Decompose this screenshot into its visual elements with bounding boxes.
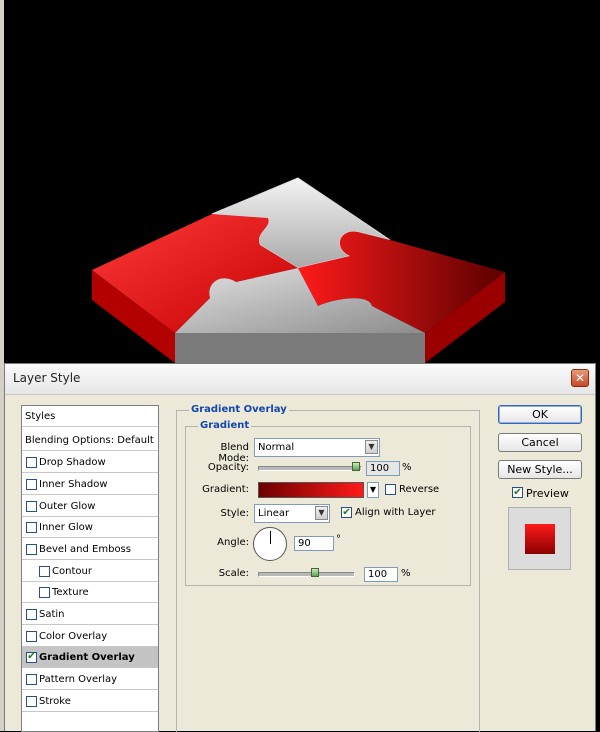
- inner-shadow-checkbox[interactable]: [26, 479, 37, 490]
- style-item-texture[interactable]: Texture: [22, 582, 158, 603]
- style-item-label: Inner Glow: [39, 522, 93, 533]
- style-item-label: Pattern Overlay: [39, 674, 118, 685]
- opacity-label: Opacity:: [207, 462, 249, 473]
- bevel-emboss-checkbox[interactable]: [26, 544, 37, 555]
- angle-value: 90: [298, 538, 311, 549]
- chevron-down-icon: ▼: [365, 440, 378, 454]
- style-item-outer-glow[interactable]: Outer Glow: [22, 496, 158, 517]
- style-item-drop-shadow[interactable]: Drop Shadow: [22, 452, 158, 473]
- style-value: Linear: [258, 508, 290, 519]
- style-item-label: Color Overlay: [39, 631, 108, 642]
- angle-label: Angle:: [217, 537, 249, 548]
- style-item-label: Texture: [52, 587, 89, 598]
- gradient-overlay-checkbox[interactable]: ✔: [26, 652, 37, 663]
- style-item-stroke[interactable]: Stroke: [22, 691, 158, 712]
- style-item-inner-shadow[interactable]: Inner Shadow: [22, 474, 158, 495]
- blend-mode-label: Blend Mode:: [218, 442, 249, 464]
- style-item-label: Gradient Overlay: [39, 652, 135, 663]
- style-item-label: Outer Glow: [39, 501, 96, 512]
- gradient-overlay-title: Gradient Overlay: [189, 404, 289, 415]
- opacity-unit: %: [402, 462, 412, 473]
- style-select[interactable]: Linear ▼: [254, 504, 330, 523]
- angle-unit: °: [336, 534, 341, 545]
- inner-glow-checkbox[interactable]: [26, 522, 37, 533]
- style-item-label: Bevel and Emboss: [39, 544, 131, 555]
- scale-value: 100: [368, 569, 388, 580]
- close-icon[interactable]: ✕: [571, 369, 589, 387]
- blend-mode-value: Normal: [258, 442, 295, 453]
- dialog-title: Layer Style: [13, 371, 81, 385]
- ok-button[interactable]: OK: [498, 405, 582, 424]
- style-preview: [508, 507, 571, 570]
- color-overlay-checkbox[interactable]: [26, 631, 37, 642]
- preview-label: Preview: [526, 487, 569, 500]
- scale-input[interactable]: 100: [364, 567, 398, 582]
- scale-slider-track[interactable]: [258, 572, 355, 577]
- blending-options-item[interactable]: Blending Options: Default: [22, 430, 158, 451]
- opacity-slider-thumb[interactable]: [352, 462, 360, 471]
- new-style-button[interactable]: New Style...: [498, 460, 582, 479]
- style-item-color-overlay[interactable]: Color Overlay: [22, 626, 158, 647]
- style-item-inner-glow[interactable]: Inner Glow: [22, 517, 158, 538]
- angle-needle: [270, 531, 271, 544]
- drop-shadow-checkbox[interactable]: [26, 457, 37, 468]
- styles-list: Styles Blending Options: Default Drop Sh…: [21, 405, 159, 732]
- puzzle-side-front: [175, 333, 425, 363]
- cancel-button[interactable]: Cancel: [498, 433, 582, 452]
- contour-checkbox[interactable]: [39, 566, 50, 577]
- angle-dial[interactable]: [253, 527, 287, 561]
- blend-mode-select[interactable]: Normal ▼: [254, 438, 380, 457]
- style-label: Style:: [220, 508, 250, 519]
- scale-label: Scale:: [218, 568, 249, 579]
- align-with-layer-label: Align with Layer: [355, 507, 436, 518]
- style-item-bevel-emboss[interactable]: Bevel and Emboss: [22, 539, 158, 560]
- outer-glow-checkbox[interactable]: [26, 501, 37, 512]
- styles-header[interactable]: Styles: [22, 406, 158, 427]
- gradient-label: Gradient:: [202, 484, 249, 495]
- gradient-dropdown-icon[interactable]: ▼: [367, 482, 379, 498]
- opacity-input[interactable]: 100: [366, 461, 400, 476]
- styles-header-label: Styles: [25, 411, 56, 422]
- stroke-checkbox[interactable]: [26, 696, 37, 707]
- preview-checkbox[interactable]: ✔: [512, 487, 523, 498]
- gradient-picker[interactable]: [258, 482, 364, 498]
- blending-options-label: Blending Options: Default: [25, 435, 154, 446]
- angle-input[interactable]: 90: [294, 536, 334, 551]
- style-item-contour[interactable]: Contour: [22, 561, 158, 582]
- satin-checkbox[interactable]: [26, 609, 37, 620]
- reverse-checkbox[interactable]: [385, 484, 396, 495]
- puzzle-artwork: [92, 177, 505, 363]
- reverse-label: Reverse: [399, 484, 440, 495]
- opacity-value: 100: [370, 463, 390, 474]
- align-with-layer-checkbox[interactable]: ✔: [341, 507, 352, 518]
- scale-unit: %: [401, 568, 411, 579]
- style-item-gradient-overlay[interactable]: ✔ Gradient Overlay: [22, 647, 158, 668]
- style-item-pattern-overlay[interactable]: Pattern Overlay: [22, 669, 158, 690]
- texture-checkbox[interactable]: [39, 587, 50, 598]
- preview-swatch: [525, 524, 555, 554]
- style-item-label: Drop Shadow: [39, 457, 106, 468]
- pattern-overlay-checkbox[interactable]: [26, 674, 37, 685]
- style-item-label: Inner Shadow: [39, 479, 108, 490]
- style-item-label: Stroke: [39, 696, 71, 707]
- dialog-titlebar[interactable]: Layer Style ✕: [5, 364, 595, 395]
- layer-style-dialog: Layer Style ✕ Styles Blending Options: D…: [4, 363, 596, 732]
- style-item-label: Contour: [52, 566, 92, 577]
- chevron-down-icon: ▼: [315, 506, 328, 520]
- opacity-slider-track[interactable]: [258, 466, 362, 471]
- scale-slider-thumb[interactable]: [311, 568, 319, 577]
- style-item-satin[interactable]: Satin: [22, 604, 158, 625]
- gradient-group-title: Gradient: [198, 420, 252, 431]
- style-item-label: Satin: [39, 609, 65, 620]
